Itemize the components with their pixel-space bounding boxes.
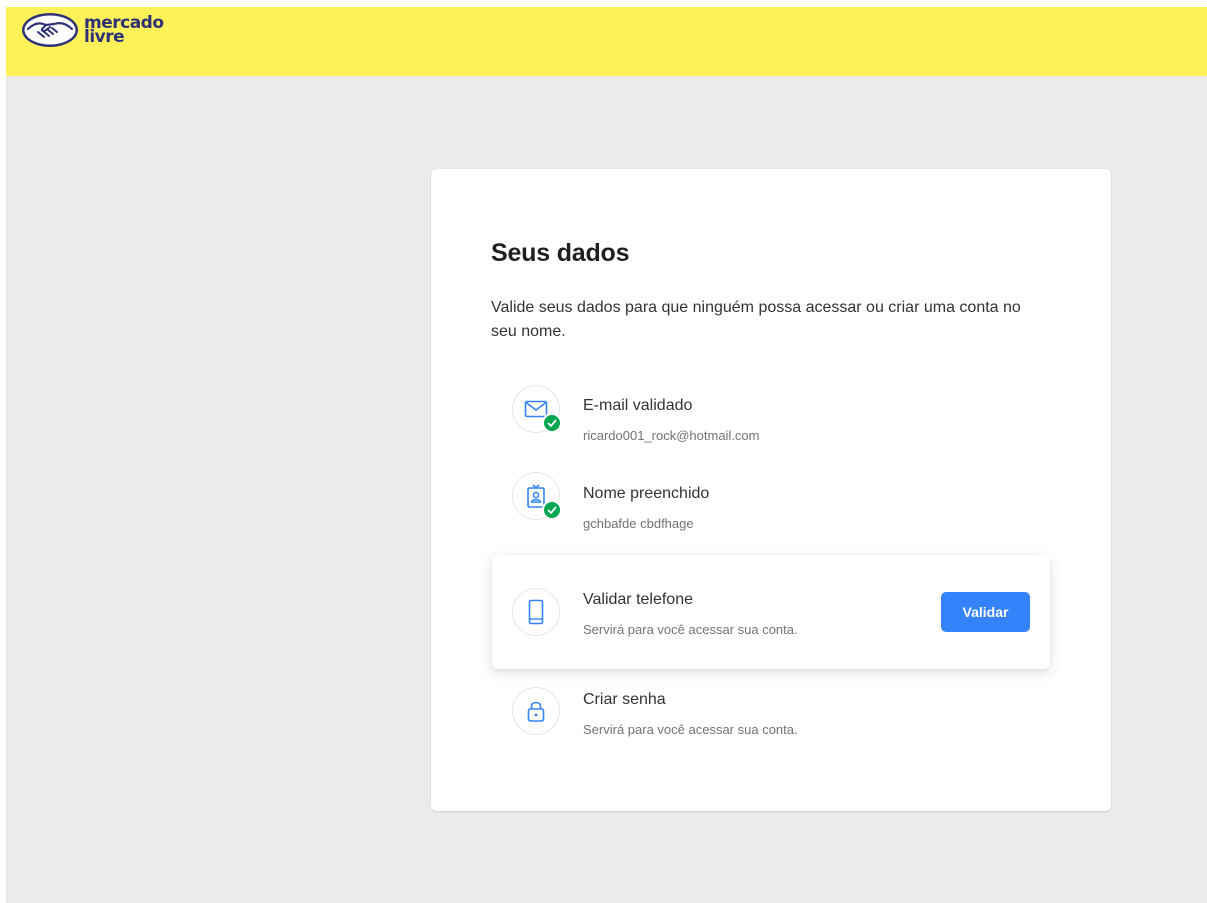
step-password-title: Criar senha (583, 691, 666, 708)
lock-icon (527, 701, 545, 722)
step-email-subtitle: ricardo001_rock@hotmail.com (583, 428, 760, 443)
page-frame: mercado livre Seus dados Valide seus dad… (6, 7, 1207, 903)
step-phone-icon-circle (512, 588, 560, 636)
logo-wordmark: mercado livre (84, 15, 164, 46)
header: mercado livre (6, 7, 1207, 76)
check-icon (542, 413, 562, 433)
data-validation-card: Seus dados Valide seus dados para que ni… (431, 169, 1111, 811)
step-name-subtitle: gchbafde cbdfhage (583, 516, 694, 531)
step-phone: Validar telefone Servirá para você acess… (492, 555, 1050, 669)
validate-phone-button[interactable]: Validar (941, 592, 1030, 632)
step-password: Criar senha Servirá para você acessar su… (492, 669, 1050, 783)
phone-icon (528, 599, 544, 625)
step-name-title: Nome preenchido (583, 485, 710, 502)
page-description: Valide seus dados para que ninguém possa… (491, 299, 1021, 340)
step-phone-title: Validar telefone (583, 591, 693, 608)
step-phone-subtitle: Servirá para você acessar sua conta. (583, 622, 798, 637)
page-title: Seus dados (491, 239, 630, 267)
handshake-logo-icon (22, 13, 78, 47)
step-password-subtitle: Servirá para você acessar sua conta. (583, 722, 798, 737)
mercado-livre-logo[interactable]: mercado livre (20, 11, 164, 49)
step-password-icon-circle (512, 687, 560, 735)
check-icon (542, 500, 562, 520)
step-email-title: E-mail validado (583, 397, 693, 414)
